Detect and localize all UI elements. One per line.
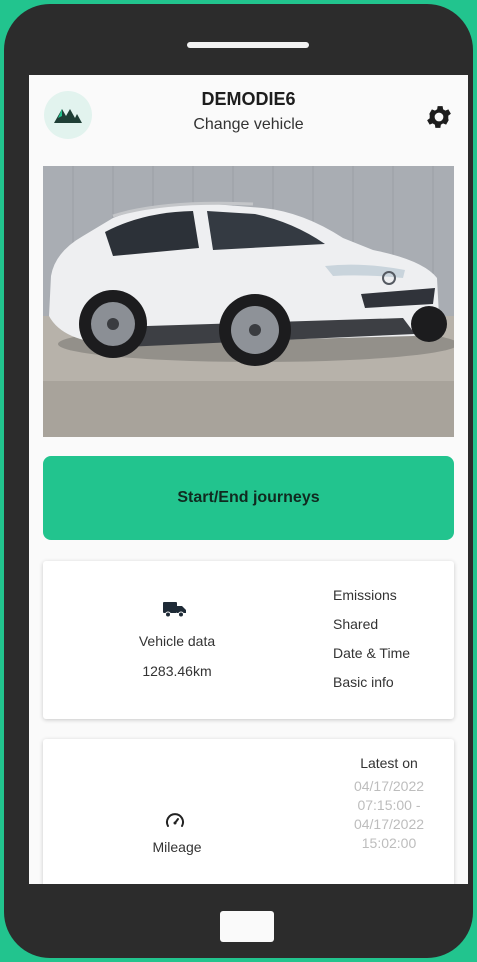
start-end-journeys-button[interactable]: Start/End journeys: [43, 456, 454, 540]
app-screen: DEMODIE6 Change vehicle Start/End journe…: [29, 75, 468, 884]
vehicle-photo: +: [43, 166, 454, 437]
mileage-card[interactable]: Mileage Latest on 04/17/2022 07:15:00 - …: [43, 739, 454, 884]
basic-info-link[interactable]: Basic info: [333, 672, 410, 692]
vehicle-data-label: Vehicle data: [138, 633, 216, 649]
vehicle-name: DEMODIE6: [201, 89, 296, 109]
latest-date-range: 04/17/2022 07:15:00 - 04/17/2022 15:02:0…: [353, 778, 425, 851]
phone-speaker: [187, 42, 309, 48]
gear-icon[interactable]: [424, 102, 454, 132]
phone-frame: DEMODIE6 Change vehicle Start/End journe…: [4, 4, 473, 958]
truck-icon: [163, 602, 186, 618]
mileage-label: Mileage: [152, 839, 202, 855]
latest-on-label: Latest on: [360, 755, 418, 771]
emissions-link[interactable]: Emissions: [333, 585, 410, 605]
vehicle-data-card[interactable]: Vehicle data 1283.46km Emissions Shared …: [43, 561, 454, 719]
change-vehicle-link[interactable]: Change vehicle: [29, 116, 468, 134]
shared-link[interactable]: Shared: [333, 614, 410, 634]
home-button[interactable]: [220, 911, 274, 942]
date-time-link[interactable]: Date & Time: [333, 643, 410, 663]
gauge-icon: [166, 813, 184, 827]
vehicle-data-links: Emissions Shared Date & Time Basic info: [333, 585, 410, 701]
vehicle-data-value: 1283.46km: [142, 663, 212, 679]
